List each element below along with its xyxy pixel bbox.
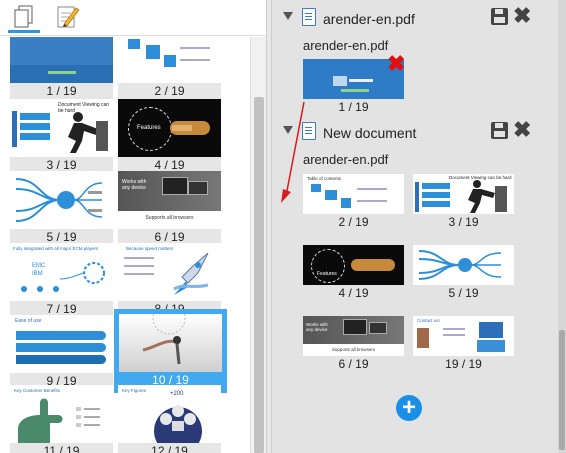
- page-label: 3 / 19: [448, 215, 479, 229]
- document-title: New document: [323, 125, 417, 141]
- thumbnail-label: 2 / 19: [118, 83, 221, 99]
- svg-text:IBM: IBM: [32, 271, 43, 277]
- panel-tabs: [0, 0, 266, 36]
- thumbnail-label: 1 / 19: [10, 83, 113, 99]
- save-icon[interactable]: [491, 8, 508, 25]
- source-filename: arender-en.pdf: [303, 152, 389, 167]
- thumbnail-panel: 1 / 19 2 / 19 Document Viewing can be ha…: [0, 0, 266, 453]
- tab-pages[interactable]: [8, 3, 40, 33]
- document-icon: [302, 8, 316, 26]
- doc-2-page-4[interactable]: Features 4 / 19: [303, 245, 404, 301]
- thumbnail-page-12[interactable]: Key Figures +200 12 / 19: [118, 385, 221, 453]
- add-document-button[interactable]: +: [396, 395, 422, 421]
- thumbnail-page-5[interactable]: 5 / 19: [10, 171, 113, 245]
- thumbnail-page-6[interactable]: Works with any device Supports all brows…: [118, 171, 221, 245]
- collapse-doc-1-icon[interactable]: [283, 12, 293, 20]
- pages-icon: [14, 5, 33, 28]
- doc-2-page-19[interactable]: Contact us! 19 / 19: [413, 316, 514, 372]
- thumbnail-page-4[interactable]: Features 4 / 19: [118, 99, 221, 173]
- thumbnail-page-10[interactable]: 10 / 19: [114, 309, 227, 393]
- thumbnail-page-9[interactable]: Ease of use 9 / 19: [10, 315, 113, 389]
- page-label: 2 / 19: [338, 215, 369, 229]
- thumbnail-page-1[interactable]: 1 / 19: [10, 37, 113, 99]
- document-builder: 1 / 19 2 / 19 Document Viewing can be ha…: [0, 0, 566, 453]
- collapse-doc-2-icon[interactable]: [283, 126, 293, 134]
- thumbnail-page-8[interactable]: Because speed matters 8 / 19: [118, 243, 221, 317]
- page-label: 19 / 19: [445, 357, 482, 371]
- source-filename: arender-en.pdf: [303, 38, 389, 53]
- page-label: 6 / 19: [338, 357, 369, 371]
- svg-text:+200: +200: [170, 391, 184, 397]
- doc-2-page-6[interactable]: Works with any device Supports all brows…: [303, 316, 404, 372]
- page-label: 4 / 19: [338, 286, 369, 300]
- close-icon[interactable]: ✖: [513, 119, 531, 141]
- thumbnail-page-7[interactable]: Fully integrated with all major ECM play…: [10, 243, 113, 317]
- thumbnail-page-11[interactable]: Key Customer Benefits 11 / 19: [10, 385, 113, 453]
- document-title: arender-en.pdf: [323, 11, 415, 27]
- thumbnail-list: 1 / 19 2 / 19 Document Viewing can be ha…: [0, 37, 250, 453]
- save-icon[interactable]: [491, 122, 508, 139]
- annotate-icon: [57, 6, 80, 28]
- thumbnail-page-2[interactable]: 2 / 19: [118, 37, 221, 99]
- remove-page-icon[interactable]: ✖: [387, 53, 405, 75]
- thumbnail-label: 11 / 19: [10, 443, 113, 453]
- svg-text:EMC: EMC: [32, 263, 46, 269]
- doc-2-page-2[interactable]: Table of contents 2 / 19: [303, 174, 404, 230]
- builder-scrollbar[interactable]: [558, 0, 566, 453]
- page-label: 5 / 19: [448, 286, 479, 300]
- doc-2-page-5[interactable]: 5 / 19: [413, 245, 514, 301]
- tab-annotations[interactable]: [52, 3, 84, 33]
- page-label: 1 / 19: [338, 100, 369, 114]
- doc-2-page-3[interactable]: Document Viewing can be hard 3 / 19: [413, 174, 514, 230]
- thumbnail-label: 12 / 19: [118, 443, 221, 453]
- thumbnail-scrollbar[interactable]: [250, 37, 266, 453]
- scrollbar-thumb[interactable]: [254, 97, 264, 453]
- thumbnail-page-3[interactable]: Document Viewing can be hard 3 / 19: [10, 99, 113, 173]
- scrollbar-thumb[interactable]: [559, 330, 565, 450]
- document-icon: [302, 122, 316, 140]
- close-icon[interactable]: ✖: [513, 5, 531, 27]
